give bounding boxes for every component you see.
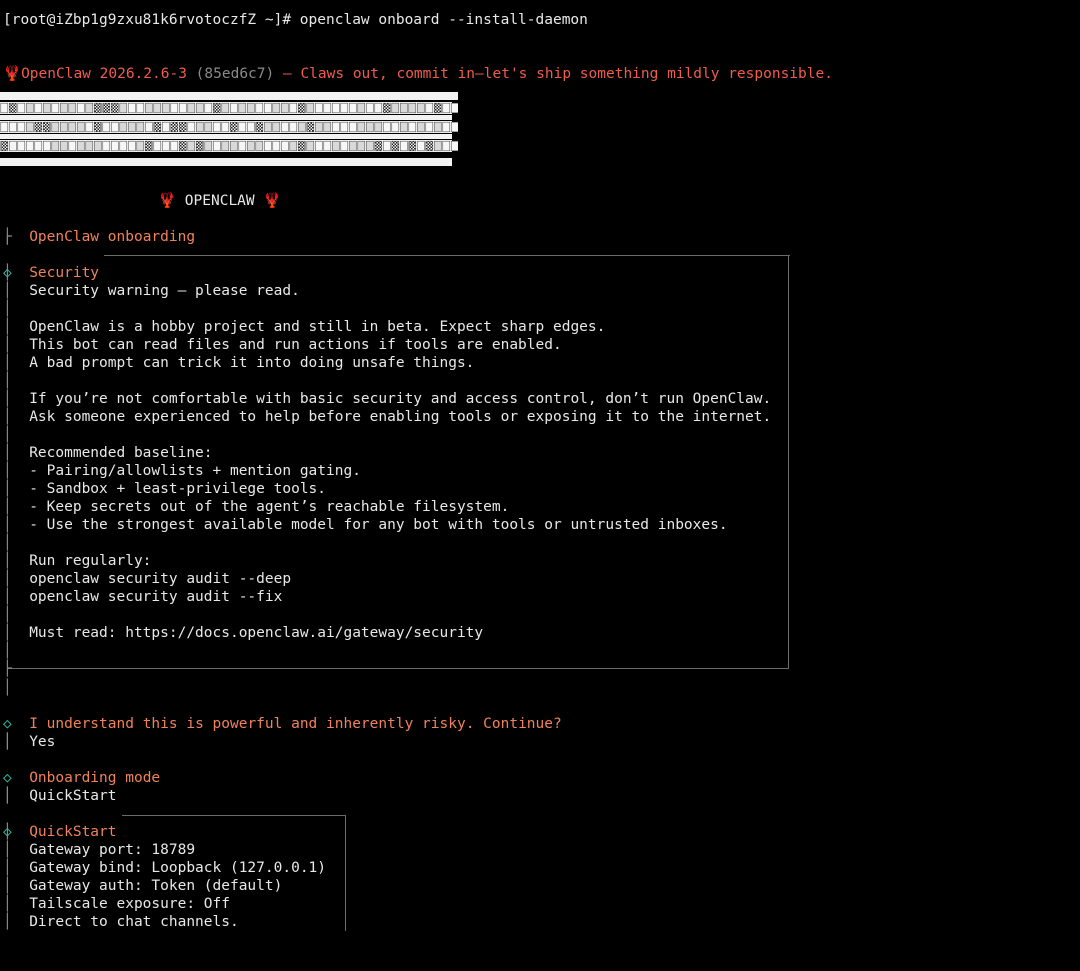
lobster-icon-right: 🦞 <box>263 193 282 209</box>
blank-line: │ <box>3 373 12 389</box>
security-line: │ This bot can read files and run action… <box>3 337 562 353</box>
quickstart-setting-line: │ Gateway bind: Loopback (127.0.0.1) <box>3 860 327 876</box>
confirm-question-line: ◇ I understand this is powerful and inhe… <box>3 697 562 732</box>
onboarding-header-line: ┌ OpenClaw onboarding <box>3 229 196 245</box>
quickstart-setting-line: │ Gateway port: 18789 <box>3 842 196 858</box>
command-prompt-line: [root@iZbp1g9zxu81k6rvotoczfZ ~]# opencl… <box>3 12 588 28</box>
security-line: │ Ask someone experienced to help before… <box>3 409 772 425</box>
blank-line: │ <box>3 301 12 317</box>
banner-block-art <box>0 102 458 152</box>
banner-title: OPENCLAW <box>184 193 255 209</box>
security-box-bottom-border <box>7 668 789 669</box>
tagline: – Claws out, commit in—let's ship someth… <box>282 66 833 82</box>
security-title: Security <box>29 265 100 281</box>
security-box-top-border <box>104 255 790 256</box>
quickstart-title: QuickStart <box>29 824 117 840</box>
security-line: │ Security warning — please read. <box>3 283 300 299</box>
quickstart-box-top-border <box>122 815 346 816</box>
security-line: │ OpenClaw is a hobby project and still … <box>3 319 606 335</box>
security-box-right-border <box>788 255 789 668</box>
confirm-answer-line: │ Yes <box>3 734 56 750</box>
confirm-question: I understand this is powerful and inhere… <box>29 716 562 732</box>
security-line: │ - Pairing/allowlists + mention gating. <box>3 463 361 479</box>
quickstart-box-right-border <box>345 815 346 931</box>
lobster-icon-left: 🦞 <box>158 193 177 209</box>
mode-question-line: ◇ Onboarding mode <box>3 751 160 786</box>
quickstart-setting-line: │ Tailscale exposure: Off <box>3 896 230 912</box>
blank-line: │ <box>3 535 12 551</box>
lobster-icon: 🦞 <box>3 66 22 82</box>
onboarding-header: OpenClaw onboarding <box>29 229 196 245</box>
blank-line: │ <box>3 427 12 443</box>
security-line: │ Must read: https://docs.openclaw.ai/ga… <box>3 625 484 641</box>
security-line: │ - Keep secrets out of the agent’s reac… <box>3 499 510 515</box>
security-line: │ - Sandbox + least-privilege tools. <box>3 481 327 497</box>
security-line: │ Recommended baseline: <box>3 445 213 461</box>
banner-title-line: 🦞 OPENCLAW 🦞 <box>158 174 281 209</box>
version-name: OpenClaw 2026.2.6-3 <box>21 66 187 82</box>
quickstart-section-header: ◇ QuickStart <box>3 805 117 840</box>
security-line: │ openclaw security audit --deep <box>3 571 292 587</box>
confirm-answer[interactable]: Yes <box>29 734 55 750</box>
security-line: │ - Use the strongest available model fo… <box>3 517 728 533</box>
security-section-header: ◇ Security <box>3 246 99 281</box>
version-line: 🦞OpenClaw 2026.2.6-3 (85ed6c7) – Claws o… <box>3 47 833 82</box>
security-line: │ openclaw security audit --fix <box>3 589 283 605</box>
security-line: │ Run regularly: <box>3 553 152 569</box>
openclaw-ascii-banner <box>0 92 458 166</box>
mode-answer-line: │ QuickStart <box>3 788 117 804</box>
quickstart-setting-line: │ Direct to chat channels. <box>3 914 239 930</box>
quickstart-setting-line: │ Gateway auth: Token (default) <box>3 878 283 894</box>
mode-answer[interactable]: QuickStart <box>29 788 116 804</box>
blank-line: │ <box>3 607 12 623</box>
security-line: │ A bad prompt can trick it into doing u… <box>3 355 475 371</box>
version-hash: (85ed6c7) <box>195 66 275 82</box>
security-line: │ If you’re not comfortable with basic s… <box>3 391 772 407</box>
